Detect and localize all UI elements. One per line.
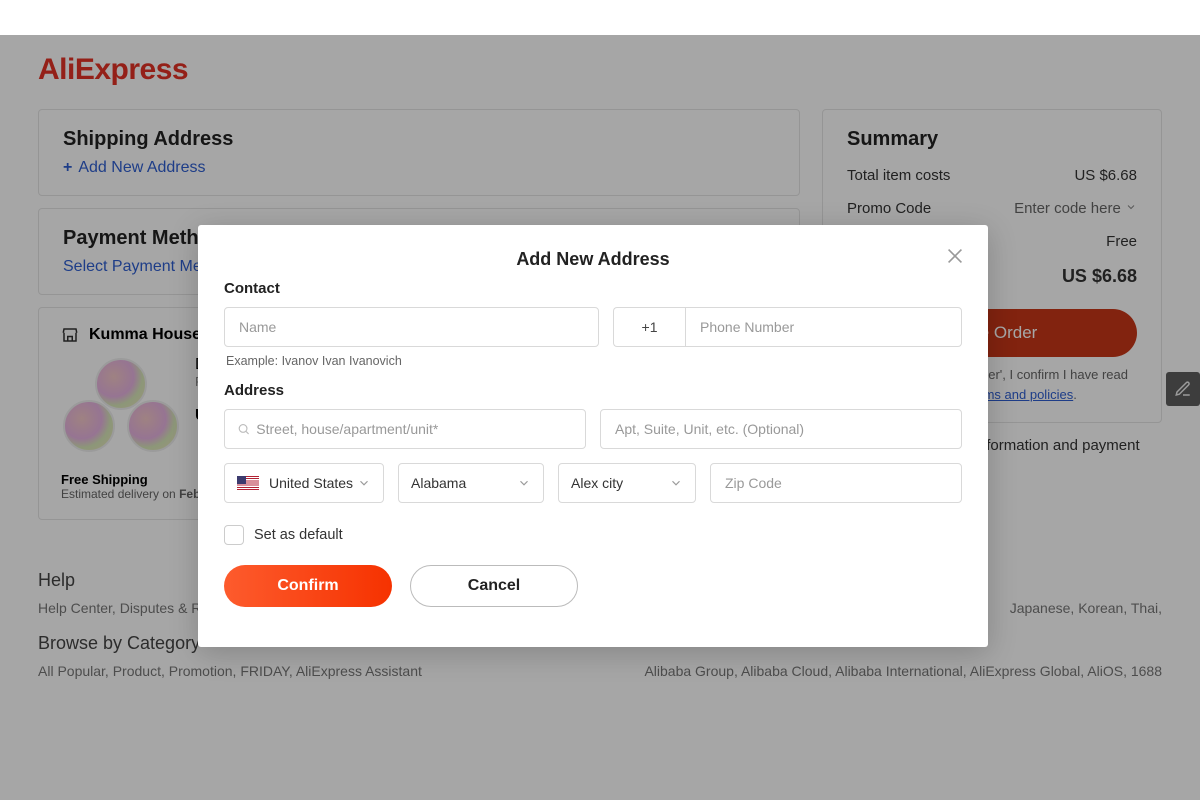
state-value: Alabama <box>411 475 466 491</box>
set-default-label: Set as default <box>254 527 343 543</box>
close-button[interactable] <box>944 245 966 272</box>
phone-input-wrapper <box>685 307 962 347</box>
zip-input[interactable] <box>723 474 949 492</box>
address-label: Address <box>224 382 962 399</box>
add-address-modal: Add New Address Contact +1 Example: Ivan… <box>198 225 988 647</box>
name-input-wrapper <box>224 307 599 347</box>
confirm-button[interactable]: Confirm <box>224 565 392 607</box>
street-input-wrapper <box>224 409 586 449</box>
apt-input[interactable] <box>613 420 949 438</box>
zip-input-wrapper <box>710 463 962 503</box>
name-hint: Example: Ivanov Ivan Ivanovich <box>226 354 960 368</box>
apt-input-wrapper <box>600 409 962 449</box>
search-icon <box>237 422 250 436</box>
cancel-button[interactable]: Cancel <box>410 565 578 607</box>
country-code-box[interactable]: +1 <box>613 307 685 347</box>
chevron-down-icon <box>517 476 531 490</box>
country-select[interactable]: United States <box>224 463 384 503</box>
contact-label: Contact <box>224 280 962 297</box>
modal-title: Add New Address <box>224 249 962 270</box>
city-value: Alex city <box>571 475 623 491</box>
close-icon <box>944 245 966 267</box>
street-input[interactable] <box>254 420 573 438</box>
set-default-checkbox[interactable] <box>224 525 244 545</box>
phone-input[interactable] <box>698 318 949 336</box>
city-select[interactable]: Alex city <box>558 463 696 503</box>
chevron-down-icon <box>669 476 683 490</box>
country-value: United States <box>269 475 353 491</box>
us-flag-icon <box>237 476 259 490</box>
state-select[interactable]: Alabama <box>398 463 544 503</box>
name-input[interactable] <box>237 318 586 336</box>
chevron-down-icon <box>357 476 371 490</box>
